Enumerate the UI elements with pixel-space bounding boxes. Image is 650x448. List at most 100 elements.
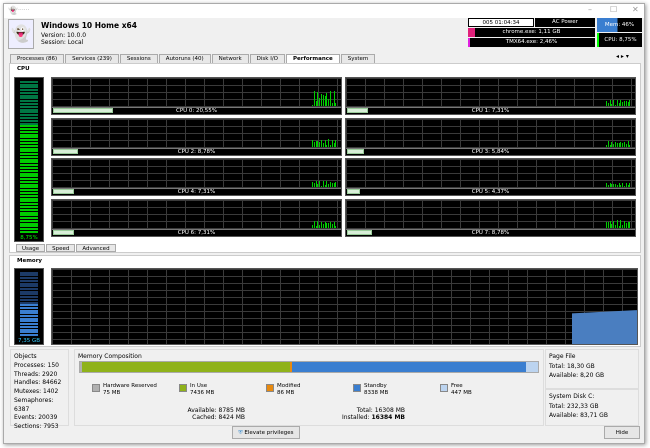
level-segment (20, 164, 38, 167)
level-segment (20, 320, 38, 323)
composition-segment (525, 362, 538, 372)
level-segment (20, 205, 38, 208)
memory-usage-indicator: Mem: 46% (597, 18, 642, 32)
level-segment (20, 315, 38, 318)
composition-title: Memory Composition (78, 353, 142, 360)
cpu-core-graph: CPU 5: 4,37% (345, 158, 636, 196)
available: Available: 8785 MB (187, 407, 245, 414)
cpu-core-bar (53, 229, 75, 235)
subtab-advanced[interactable]: Advanced (76, 244, 116, 252)
tab-performance[interactable]: Performance (286, 54, 340, 63)
memory-composition-panel: Memory Composition Hardware Reserved 75 M… (74, 349, 544, 426)
main-tabs: Processes (86) Services (239) Sessions Auto… (10, 54, 376, 63)
level-segment (20, 200, 38, 203)
cpu-core-bar (347, 108, 369, 113)
level-segment (20, 309, 38, 312)
composition-segment (82, 362, 290, 372)
object-count: Threads: 2920 (14, 370, 58, 378)
maximize-button[interactable]: ☐ (610, 5, 617, 14)
tab-system[interactable]: System (340, 54, 376, 63)
top-cpu-process: TMX64.exe: 2,46% (468, 38, 595, 47)
legend-value: 8338 MB (364, 390, 389, 396)
level-segment (20, 312, 38, 315)
page-file-available: Available: 8,20 GB (549, 371, 605, 379)
legend-swatch (92, 384, 100, 392)
tab-sessions[interactable]: Sessions (119, 54, 158, 63)
level-segment (20, 301, 38, 304)
os-version: Version: 10.0.0 (41, 32, 87, 39)
composition-segment (292, 362, 526, 372)
cpu-core-bar (53, 189, 75, 194)
disk-title: System Disk C: (549, 393, 595, 400)
minimize-button[interactable]: – (588, 5, 592, 14)
cpu-core-graph: CPU 3: 5,84% (345, 117, 636, 156)
level-segment (20, 287, 38, 290)
level-segment (20, 197, 38, 200)
cpu-usage-spike (335, 181, 337, 187)
tab-scroll-arrows[interactable]: ◂ ▸ ▾ (616, 53, 629, 60)
cpu-usage-spike (335, 103, 337, 106)
level-segment (20, 317, 38, 320)
level-segment (20, 128, 38, 131)
level-segment (20, 169, 38, 172)
cpu-core-bar (347, 148, 364, 154)
total-installed: Total: 16308 MB Installed: 16384 MB (335, 407, 405, 421)
memory-usage-bar: 7,35 GB (14, 268, 44, 345)
cpu-usage-spike (629, 145, 631, 147)
level-segment (20, 304, 38, 307)
disk-available: Available: 83,71 GB (549, 411, 608, 419)
cpu-core-bar (53, 108, 113, 113)
subtab-speed[interactable]: Speed (46, 244, 76, 252)
cpu-core-bar (347, 189, 360, 194)
legend-swatch (353, 384, 361, 392)
cpu-usage-spike (629, 100, 631, 106)
level-segment (20, 189, 38, 192)
level-segment (20, 180, 38, 183)
level-segment (20, 172, 38, 175)
tab-network[interactable]: Network (211, 54, 249, 63)
level-segment (20, 214, 38, 217)
power-status: AC Power (535, 18, 595, 27)
level-segment (20, 211, 38, 214)
cpu-core-label: CPU 5: 4,37% (346, 188, 635, 195)
level-segment (20, 279, 38, 282)
close-button[interactable]: ✕ (632, 5, 639, 14)
total: Total: 16308 MB (356, 407, 405, 414)
cpu-total-label: 8,75% (20, 235, 38, 241)
level-segment (20, 136, 38, 139)
level-segment (20, 274, 38, 277)
level-segment (20, 323, 38, 326)
tab-disk[interactable]: Disk I/O (249, 54, 286, 63)
ghost-menu-button[interactable]: 👻 (8, 19, 34, 49)
level-segment (20, 130, 38, 133)
tab-processes[interactable]: Processes (86) (10, 54, 65, 63)
level-segment (20, 203, 38, 206)
page-file-title: Page File (549, 353, 576, 360)
level-segment (20, 225, 38, 228)
level-segment (20, 271, 38, 274)
cpu-core-label: CPU 1: 7,31% (346, 107, 635, 114)
hide-button[interactable]: Hide (604, 426, 640, 439)
memory-panel: Memory 7,35 GB (9, 255, 641, 347)
level-segment (20, 139, 38, 142)
installed-label: Installed: (341, 414, 370, 421)
cpu-core-graph: CPU 1: 7,31% (345, 77, 636, 115)
legend-item: Hardware Reserved 75 MB (92, 383, 157, 397)
elevate-privileges-button[interactable]: ⛨ Elevate privileges (232, 426, 300, 439)
tab-autoruns[interactable]: Autoruns (40) (158, 54, 211, 63)
level-segment (20, 97, 38, 100)
level-segment (20, 100, 38, 103)
subtab-usage[interactable]: Usage (16, 244, 46, 252)
legend-name: Hardware Reserved (103, 383, 157, 389)
os-name: Windows 10 Home x64 (41, 21, 137, 30)
tab-services[interactable]: Services (239) (65, 54, 119, 63)
cpu-core-label: CPU 4: 7,31% (52, 188, 341, 195)
title-bar: 👻 ······ – ☐ ✕ (4, 4, 644, 18)
legend-name: Free (451, 383, 463, 389)
cpu-core-label: CPU 2: 8,78% (52, 147, 341, 155)
level-segment (20, 175, 38, 178)
level-segment (20, 334, 38, 336)
level-segment (20, 325, 38, 328)
legend-name: Standby (364, 383, 387, 389)
window-title: ······ (18, 7, 30, 14)
